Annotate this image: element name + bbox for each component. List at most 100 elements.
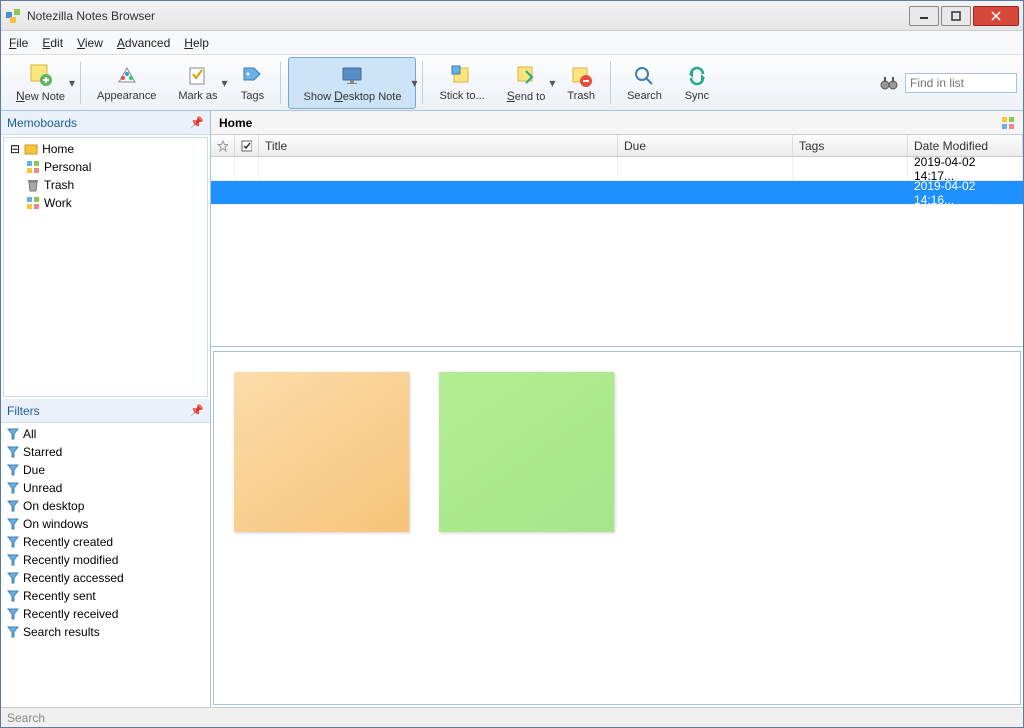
col-check[interactable] (235, 135, 259, 156)
window-controls (909, 6, 1019, 26)
sticky-note-orange[interactable] (234, 372, 409, 532)
send-to-icon (513, 62, 539, 88)
col-date[interactable]: Date Modified (908, 135, 1023, 156)
filter-unread[interactable]: Unread (3, 479, 208, 497)
trash-icon (26, 178, 40, 192)
tree-label: Work (44, 196, 72, 210)
grid-body: 2019-04-02 14:17... 2019-04-02 14:16... (211, 157, 1023, 347)
tree-label: Trash (44, 178, 74, 192)
send-to-button[interactable]: Send to ▾ (498, 57, 555, 109)
folder-icon (24, 142, 38, 156)
search-button[interactable]: Search (618, 57, 671, 109)
tree-item-personal[interactable]: Personal (6, 158, 205, 176)
tags-label: Tags (241, 90, 264, 102)
titlebar: Notezilla Notes Browser (1, 1, 1023, 31)
col-tags[interactable]: Tags (793, 135, 908, 156)
close-button[interactable] (973, 6, 1019, 26)
find-input[interactable] (905, 73, 1017, 93)
menu-file[interactable]: File (9, 36, 28, 50)
filter-recently-accessed[interactable]: Recently accessed (3, 569, 208, 587)
filter-all[interactable]: All (3, 425, 208, 443)
tree-label: Personal (44, 160, 91, 174)
filter-due[interactable]: Due (3, 461, 208, 479)
stick-to-label: Stick to... (439, 90, 484, 102)
filter-recently-sent[interactable]: Recently sent (3, 587, 208, 605)
filter-recently-created[interactable]: Recently created (3, 533, 208, 551)
tree-item-home[interactable]: ⊟ Home (6, 140, 205, 158)
mark-as-icon (185, 63, 211, 89)
chevron-down-icon: ▾ (69, 76, 75, 90)
trash-button[interactable]: Trash (558, 57, 604, 109)
tree-item-trash[interactable]: Trash (6, 176, 205, 194)
mark-as-button[interactable]: Mark as ▾ (169, 57, 226, 109)
tree-item-work[interactable]: Work (6, 194, 205, 212)
mark-as-label: Mark as (178, 90, 217, 102)
sync-label: Sync (685, 90, 709, 102)
minimize-button[interactable] (909, 6, 939, 26)
appearance-button[interactable]: Appearance (88, 57, 165, 109)
filters-header: Filters 📌 (1, 399, 210, 423)
show-desktop-note-button[interactable]: Show Desktop Note ▾ (288, 57, 416, 109)
pin-icon[interactable]: 📌 (190, 116, 204, 129)
statusbar: Search (1, 707, 1023, 727)
view-mode-icon[interactable] (1001, 116, 1015, 130)
filter-on-windows[interactable]: On windows (3, 515, 208, 533)
trash-icon (568, 63, 594, 89)
preview-pane (213, 351, 1021, 705)
menu-help[interactable]: Help (184, 36, 209, 50)
memoboards-header: Memoboards 📌 (1, 111, 210, 135)
chevron-down-icon: ▾ (411, 76, 417, 90)
toolbar: New Note ▾ Appearance Mark as ▾ Tags Sho… (1, 55, 1023, 111)
filter-recently-modified[interactable]: Recently modified (3, 551, 208, 569)
filter-recently-received[interactable]: Recently received (3, 605, 208, 623)
stick-to-icon (449, 63, 475, 89)
pin-icon[interactable]: 📌 (190, 404, 204, 417)
app-icon (5, 8, 21, 24)
new-note-icon (28, 62, 54, 88)
chevron-down-icon: ▾ (221, 76, 227, 90)
grid-header: Title Due Tags Date Modified (211, 135, 1023, 157)
status-search[interactable]: Search (7, 711, 45, 725)
filter-search-results[interactable]: Search results (3, 623, 208, 641)
filter-on-desktop[interactable]: On desktop (3, 497, 208, 515)
filters-list: All Starred Due Unread On desktop On win… (1, 423, 210, 643)
filter-starred[interactable]: Starred (3, 443, 208, 461)
table-row[interactable]: 2019-04-02 14:16... (211, 181, 1023, 205)
filters-title: Filters (7, 404, 40, 418)
table-row[interactable]: 2019-04-02 14:17... (211, 157, 1023, 181)
col-due[interactable]: Due (618, 135, 793, 156)
new-note-label: New Note (16, 89, 65, 103)
send-to-label: Send to (507, 89, 546, 103)
memoboards-tree: ⊟ Home Personal Trash Work (3, 137, 208, 397)
tags-icon (239, 63, 265, 89)
search-icon (631, 63, 657, 89)
tags-button[interactable]: Tags (230, 57, 274, 109)
col-title[interactable]: Title (259, 135, 618, 156)
left-panel: Memoboards 📌 ⊟ Home Personal Trash Work (1, 111, 211, 707)
appearance-label: Appearance (97, 90, 156, 102)
sticky-note-green[interactable] (439, 372, 614, 532)
main-panel: Home Title Due Tags Date Modified 2019-0… (211, 111, 1023, 707)
new-note-button[interactable]: New Note ▾ (7, 57, 74, 109)
menubar: File Edit View Advanced Help (1, 31, 1023, 55)
menu-advanced[interactable]: Advanced (117, 36, 170, 50)
expand-icon: ⊟ (10, 142, 20, 156)
location-bar: Home (211, 111, 1023, 135)
sync-button[interactable]: Sync (675, 57, 719, 109)
location-text: Home (219, 116, 252, 130)
sync-icon (684, 63, 710, 89)
col-star[interactable] (211, 135, 235, 156)
board-icon (26, 196, 40, 210)
menu-edit[interactable]: Edit (42, 36, 63, 50)
tree-label: Home (42, 142, 74, 156)
stick-to-button[interactable]: Stick to... (430, 57, 493, 109)
maximize-button[interactable] (941, 6, 971, 26)
search-label: Search (627, 90, 662, 102)
show-desktop-note-label: Show Desktop Note (304, 89, 402, 103)
menu-view[interactable]: View (77, 36, 103, 50)
memoboards-title: Memoboards (7, 116, 77, 130)
board-icon (26, 160, 40, 174)
trash-label: Trash (567, 90, 595, 102)
desktop-note-icon (339, 62, 365, 88)
binoculars-icon[interactable] (879, 73, 899, 93)
